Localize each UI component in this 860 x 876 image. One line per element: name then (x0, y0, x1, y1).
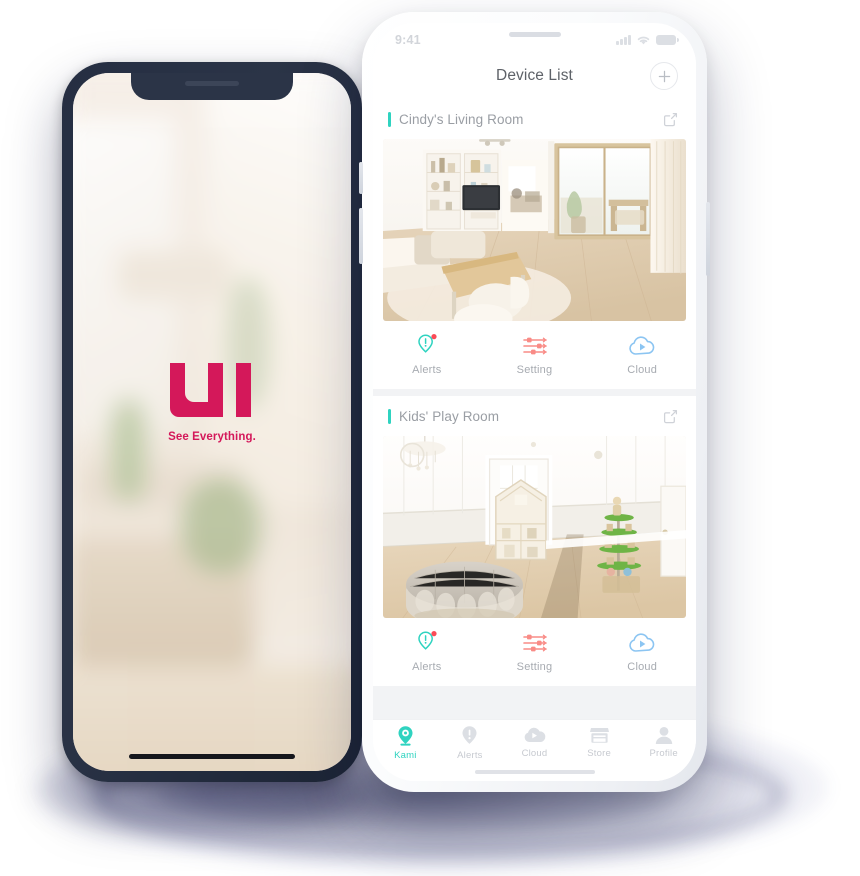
wifi-icon (637, 36, 650, 44)
tab-label: Alerts (457, 750, 483, 761)
device-card-header: Kids' Play Room (373, 396, 696, 436)
device-name: Kids' Play Room (399, 408, 500, 424)
cloud-action[interactable]: Cloud (588, 630, 696, 673)
device-card[interactable]: Kids' Play Room Alerts Setting Cloud (373, 396, 696, 686)
plus-icon (658, 70, 670, 82)
sliders-icon (522, 333, 548, 359)
alert-pin-icon (416, 630, 438, 656)
mockup-scene: See Everything. 9:41 Device List Cindy's… (0, 0, 860, 876)
setting-action[interactable]: Setting (481, 333, 589, 376)
tab-store[interactable]: Store (567, 725, 632, 759)
device-list-scroll[interactable]: Cindy's Living Room Alerts Setting Cloud… (373, 99, 696, 719)
tab-label: Cloud (521, 748, 548, 759)
splash-phone-home-indicator (129, 754, 295, 759)
action-label: Setting (516, 660, 553, 673)
setting-action[interactable]: Setting (481, 630, 589, 673)
share-button[interactable] (660, 109, 680, 129)
device-actions: Alerts Setting Cloud (373, 321, 696, 387)
camera-thumbnail[interactable] (383, 139, 686, 321)
cloud-play-icon (628, 333, 656, 359)
accent-bar (388, 408, 391, 424)
yi-logo-tagline: See Everything. (168, 431, 256, 444)
status-indicators (616, 35, 679, 46)
action-label: Alerts (412, 660, 442, 673)
splash-phone-device: See Everything. (62, 62, 362, 782)
accent-bar (388, 111, 391, 127)
camera-icon (398, 726, 413, 746)
tab-alerts[interactable]: Alerts (438, 725, 503, 761)
device-name: Cindy's Living Room (399, 111, 524, 127)
cloud-action[interactable]: Cloud (588, 333, 696, 376)
app-phone-screen: 9:41 Device List Cindy's Living Room Ale… (373, 23, 696, 781)
cloud-play-icon (524, 727, 546, 742)
signal-icon (616, 35, 631, 45)
alerts-action[interactable]: Alerts (373, 630, 481, 673)
yi-logo-mark (170, 363, 251, 418)
yi-brand-logo: See Everything. (166, 359, 258, 443)
status-time: 9:41 (395, 33, 421, 47)
tab-label: Store (587, 748, 611, 759)
device-card-header: Cindy's Living Room (373, 99, 696, 139)
device-card[interactable]: Cindy's Living Room Alerts Setting Cloud (373, 99, 696, 389)
page-title: Device List (496, 67, 573, 84)
share-icon (663, 112, 677, 126)
sliders-icon (522, 630, 548, 656)
alerts-action[interactable]: Alerts (373, 333, 481, 376)
camera-thumbnail[interactable] (383, 436, 686, 618)
app-phone-device: 9:41 Device List Cindy's Living Room Ale… (359, 12, 710, 792)
store-icon (589, 728, 609, 743)
status-bar: 9:41 (373, 23, 696, 53)
action-label: Cloud (627, 363, 658, 376)
person-icon (655, 727, 672, 744)
tab-label: Kami (394, 750, 417, 761)
alert-pin-icon (416, 333, 438, 359)
power-button[interactable] (706, 202, 710, 276)
action-label: Cloud (627, 660, 658, 673)
action-label: Alerts (412, 363, 442, 376)
splash-phone-screen: See Everything. (73, 73, 351, 771)
action-label: Setting (516, 363, 553, 376)
share-button[interactable] (660, 406, 680, 426)
battery-icon (656, 35, 679, 45)
add-device-button[interactable] (650, 62, 678, 90)
tab-label: Profile (649, 748, 678, 759)
navigation-bar: Device List (373, 53, 696, 99)
alert-pin-icon (462, 726, 477, 744)
tab-kami[interactable]: Kami (373, 725, 438, 761)
share-icon (663, 409, 677, 423)
device-actions: Alerts Setting Cloud (373, 618, 696, 684)
volume-up-button[interactable] (359, 162, 363, 194)
tab-cloud[interactable]: Cloud (502, 725, 567, 759)
volume-down-button[interactable] (359, 208, 363, 264)
playroom-photo (383, 436, 686, 618)
app-phone-home-indicator (474, 770, 595, 774)
tab-profile[interactable]: Profile (631, 725, 696, 759)
cloud-play-icon (628, 630, 656, 656)
living-room-photo (383, 139, 686, 321)
splash-phone-notch (131, 73, 293, 100)
